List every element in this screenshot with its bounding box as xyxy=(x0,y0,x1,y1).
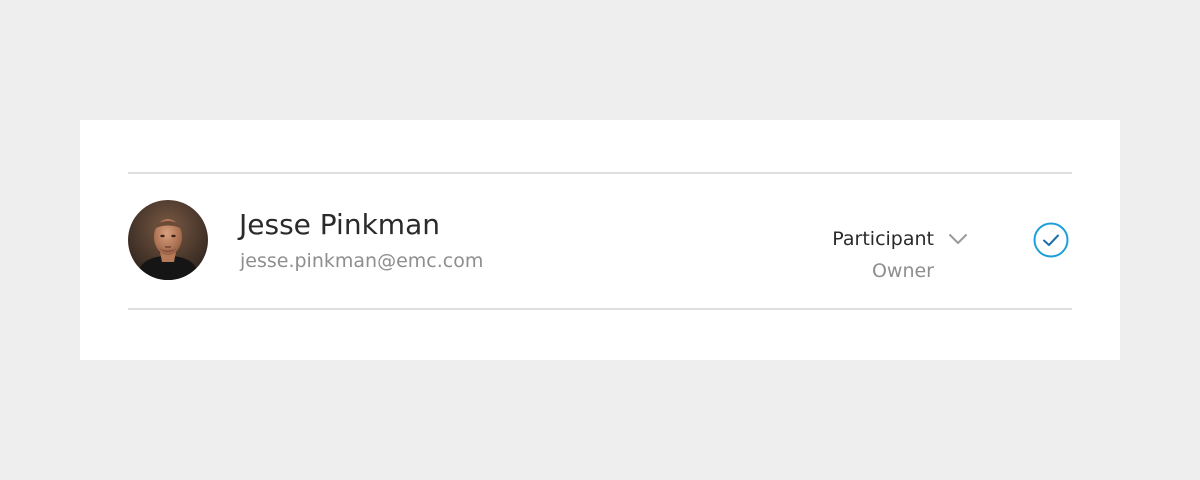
role-secondary-label: Owner xyxy=(871,260,934,282)
member-name: Jesse Pinkman xyxy=(239,208,440,241)
chevron-down-icon xyxy=(949,234,967,244)
member-card: Jesse Pinkman jesse.pinkman@emc.com Part… xyxy=(80,120,1120,360)
member-email: jesse.pinkman@emc.com xyxy=(240,250,484,272)
check-circle-icon xyxy=(1033,222,1069,258)
select-member-checkbox[interactable] xyxy=(1033,222,1069,258)
role-dropdown[interactable]: Participant xyxy=(832,226,968,252)
role-current-label: Participant xyxy=(832,228,934,250)
user-photo-icon xyxy=(128,200,208,280)
avatar xyxy=(128,200,208,280)
top-divider xyxy=(128,172,1072,174)
bottom-divider xyxy=(128,308,1072,310)
